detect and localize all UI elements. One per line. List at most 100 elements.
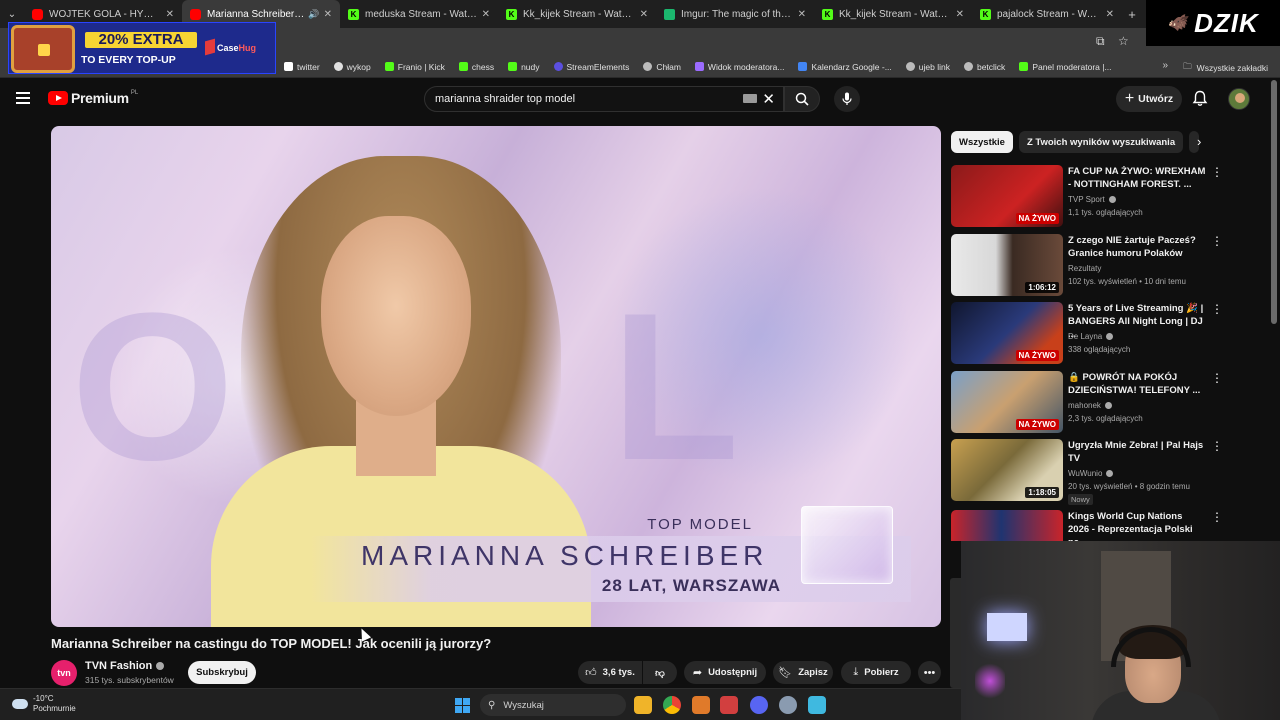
more-vert-icon[interactable]: ⋮	[1211, 234, 1223, 248]
keyboard-icon[interactable]	[743, 94, 757, 103]
more-vert-icon[interactable]: ⋮	[1211, 510, 1223, 524]
more-vert-icon[interactable]: ⋮	[1211, 439, 1223, 453]
video-thumbnail[interactable]: 1:06:12	[951, 234, 1063, 296]
bookmark-item[interactable]: betclick	[963, 62, 1005, 72]
bookmark-item[interactable]: StreamElements	[553, 62, 629, 72]
windows-start-icon[interactable]	[455, 698, 470, 713]
taskbar-search-input[interactable]: ⚲ Wyszukaj	[480, 694, 626, 716]
account-avatar[interactable]	[1228, 88, 1250, 110]
save-button[interactable]: 🔖︎ Zapisz	[773, 661, 833, 684]
list-item[interactable]: Kings World Cup Nations 2026 - Reprezent…	[951, 510, 1261, 541]
video-thumbnail[interactable]	[951, 510, 1063, 541]
rec-channel[interactable]: mahonek	[1068, 401, 1112, 410]
share-arrow-icon: ➦	[692, 667, 703, 679]
close-tab-icon[interactable]: ✕	[1106, 9, 1114, 20]
close-tab-icon[interactable]: ✕	[324, 9, 332, 20]
more-actions-icon[interactable]: •••	[918, 661, 941, 684]
rec-title: Z czego NIE żartuje Pacześ? Granice humo…	[1068, 235, 1196, 259]
page-scrollbar[interactable]	[1271, 80, 1277, 324]
rec-channel[interactable]: De Layna	[1068, 332, 1114, 341]
menu-hamburger-icon[interactable]	[16, 92, 32, 106]
rec-channel[interactable]: Rezultaty	[1068, 264, 1101, 273]
chevron-right-icon[interactable]: ›	[1197, 134, 1201, 149]
clear-search-icon[interactable]: ✕	[762, 90, 775, 108]
search-button[interactable]	[784, 86, 820, 112]
purple-icon	[694, 62, 704, 71]
close-tab-icon[interactable]: ✕	[482, 9, 490, 20]
video-thumbnail[interactable]: NA ŻYWO	[951, 371, 1063, 433]
bookmark-item[interactable]: Widok moderatora...	[694, 62, 784, 72]
browser-tab[interactable]: KKk_kijek Stream - Watch Live on Kick✕	[498, 0, 656, 28]
browser-tab[interactable]: Kpajalock Stream - Watch Live on Kick✕	[972, 0, 1122, 28]
search-input[interactable]: marianna shraider top model ✕	[424, 86, 784, 112]
close-tab-icon[interactable]: ✕	[640, 9, 648, 20]
chip-all[interactable]: Wszystkie	[951, 131, 1013, 153]
browser-tab[interactable]: Imgur: The magic of the Internet✕	[656, 0, 814, 28]
youtube-icon	[190, 8, 201, 20]
download-button[interactable]: ⤓ Pobierz	[841, 661, 911, 684]
list-item[interactable]: NA ŻYWO 5 Years of Live Streaming 🎉 | BA…	[951, 302, 1261, 364]
bookmark-item[interactable]: Panel moderatora |...	[1019, 62, 1112, 72]
chrome-icon[interactable]	[663, 696, 681, 714]
bookmark-item[interactable]: twitter	[284, 62, 320, 72]
all-bookmarks-folder[interactable]: 🗀 Wszystkie zakładki	[1183, 61, 1268, 75]
bookmark-item[interactable]: Chłam	[643, 62, 681, 72]
browser-tab[interactable]: Kmeduska Stream - Watch Live on Kick✕	[340, 0, 498, 28]
chip-from-search[interactable]: Z Twoich wyników wyszukiwania	[1018, 131, 1184, 153]
weather-widget[interactable]: -10°C Pochmurnie	[12, 694, 76, 714]
list-item[interactable]: NA ŻYWO 🔒 POWRÓT NA POKÓJ DZIECIŃSTWA! T…	[951, 371, 1261, 433]
streamelements-icon	[553, 62, 563, 71]
rec-channel[interactable]: TVP Sport	[1068, 195, 1116, 204]
audio-playing-icon[interactable]: 🔊	[308, 9, 319, 20]
close-tab-icon[interactable]: ✕	[798, 9, 806, 20]
app-icon[interactable]	[720, 696, 738, 714]
app-icon[interactable]	[692, 696, 710, 714]
more-vert-icon[interactable]: ⋮	[1211, 302, 1223, 316]
verified-check-icon	[1106, 470, 1114, 477]
bookmark-item[interactable]: Franio | Kick	[384, 62, 445, 72]
list-item[interactable]: 1:06:12 Z czego NIE żartuje Pacześ? Gran…	[951, 234, 1261, 296]
settings-gear-icon[interactable]	[779, 696, 797, 714]
bookmark-item[interactable]: Kalendarz Google -...	[798, 62, 892, 72]
video-thumbnail[interactable]: 1:18:05	[951, 439, 1063, 501]
file-explorer-icon[interactable]	[634, 696, 652, 714]
notepad-icon[interactable]	[808, 696, 826, 714]
create-button[interactable]: + Utwórz	[1116, 86, 1182, 112]
list-item[interactable]: 1:18:05 Ugryzła Mnie Zebra! | Pal Hajs T…	[951, 439, 1261, 505]
channel-name[interactable]: TVN Fashion	[85, 660, 165, 672]
bookmark-item[interactable]: nudy	[508, 62, 540, 72]
overlay-contestant-name: MARIANNA SCHREIBER	[361, 540, 769, 571]
notifications-button[interactable]	[1192, 90, 1208, 112]
new-tab-plus-icon[interactable]: +	[1122, 7, 1142, 22]
discord-icon[interactable]	[750, 696, 768, 714]
bookmark-item[interactable]: chess	[458, 62, 494, 72]
video-thumbnail[interactable]: NA ŻYWO	[951, 302, 1063, 364]
channel-avatar[interactable]: tvn	[51, 660, 77, 686]
subscribe-button[interactable]: Subskrybuj	[188, 661, 256, 684]
browser-tab[interactable]: KKk_kijek Stream - Watch Live on Kick✕	[814, 0, 972, 28]
bookmark-item[interactable]: wykop	[333, 62, 371, 72]
like-button[interactable]: 👍︎ 3,6 tys.	[578, 661, 642, 684]
duration-badge: 1:18:05	[1025, 487, 1059, 498]
more-vert-icon[interactable]: ⋮	[1211, 371, 1223, 385]
close-tab-icon[interactable]: ✕	[166, 9, 174, 20]
kick-icon	[508, 62, 518, 71]
more-vert-icon[interactable]: ⋮	[1211, 165, 1223, 179]
close-tab-icon[interactable]: ✕	[956, 9, 964, 20]
bookmark-star-icon[interactable]: ☆	[1118, 34, 1129, 48]
list-item[interactable]: NA ŻYWO FA CUP NA ŻYWO: WREXHAM - NOTTIN…	[951, 165, 1261, 227]
dislike-button[interactable]: 👎︎	[643, 661, 677, 684]
kick-icon: K	[348, 8, 359, 20]
youtube-premium-logo[interactable]: Premium PL	[48, 90, 138, 106]
install-app-icon[interactable]: ⧉	[1096, 34, 1105, 49]
rec-channel[interactable]: WuWunio	[1068, 469, 1114, 478]
bookmark-item[interactable]: ujeb link	[905, 62, 950, 72]
more-bookmarks-chevron-icon[interactable]: »	[1162, 60, 1168, 71]
voice-search-button[interactable]	[834, 86, 860, 112]
casehug-ad-banner[interactable]: 20% EXTRA TO EVERY TOP-UP CaseHug	[8, 22, 276, 74]
share-button[interactable]: ➦ Udostępnij	[684, 661, 766, 684]
video-thumbnail[interactable]: NA ŻYWO	[951, 165, 1063, 227]
youtube-masthead: Premium PL marianna shraider top model ✕…	[0, 80, 1270, 120]
video-player[interactable]: O E L TOP MODEL MARIANNA SCHREIBER 28 LA…	[51, 126, 941, 627]
rec-title: FA CUP NA ŻYWO: WREXHAM - NOTTINGHAM FOR…	[1068, 166, 1206, 190]
